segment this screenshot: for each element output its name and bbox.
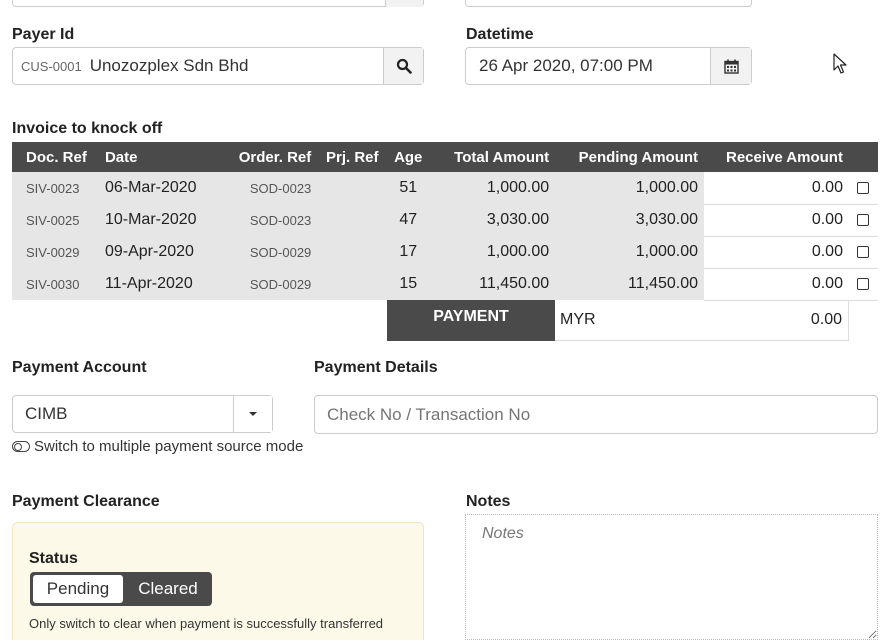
payment-label-text: PAYMENT bbox=[433, 308, 509, 325]
table-row: SIV-0030 11-Apr-2020 SOD-0029 15 11,450.… bbox=[12, 268, 878, 301]
payer-code: CUS-0001 bbox=[21, 58, 82, 74]
checkbox-icon bbox=[857, 277, 870, 290]
cell-doc-ref: SIV-0030 bbox=[12, 268, 99, 300]
previous-field-right[interactable] bbox=[465, 0, 752, 7]
status-toggle[interactable]: Pending Cleared bbox=[30, 572, 212, 606]
status-label: Status bbox=[29, 550, 78, 567]
datetime-picker-button[interactable] bbox=[710, 48, 751, 84]
payment-currency: MYR bbox=[560, 311, 596, 328]
datetime-field[interactable]: 26 Apr 2020, 07:00 PM bbox=[465, 47, 752, 85]
search-icon bbox=[396, 58, 412, 74]
payment-account-select[interactable]: CIMB bbox=[12, 395, 273, 433]
toggle-icon bbox=[12, 441, 30, 452]
notes-label: Notes bbox=[466, 493, 511, 510]
payer-search-button[interactable] bbox=[383, 48, 423, 84]
table-row: SIV-0023 06-Mar-2020 SOD-0023 51 1,000.0… bbox=[12, 172, 878, 205]
calendar-icon bbox=[723, 59, 739, 74]
cell-date: 06-Mar-2020 bbox=[98, 172, 225, 204]
cell-order-ref: SOD-0029 bbox=[224, 268, 318, 300]
col-order-ref: Order. Ref bbox=[224, 142, 318, 172]
checkbox-icon bbox=[857, 245, 870, 258]
cell-doc-ref: SIV-0023 bbox=[12, 172, 99, 204]
cell-pending: 1,000.00 bbox=[555, 172, 705, 204]
checkbox-icon bbox=[857, 181, 870, 194]
payer-id-field[interactable]: CUS-0001 Unozozplex Sdn Bhd bbox=[12, 47, 424, 85]
payer-name: Unozozplex Sdn Bhd bbox=[89, 56, 249, 75]
cell-pending: 1,000.00 bbox=[555, 236, 705, 268]
payment-summary-label: PAYMENT bbox=[387, 300, 555, 341]
cell-prj-ref bbox=[317, 268, 388, 300]
table-row: SIV-0029 09-Apr-2020 SOD-0029 17 1,000.0… bbox=[12, 236, 878, 269]
status-pending-option[interactable]: Pending bbox=[33, 575, 123, 603]
cell-prj-ref bbox=[317, 204, 388, 236]
col-doc-ref: Doc. Ref bbox=[12, 142, 99, 172]
clearance-hint: Only switch to clear when payment is suc… bbox=[29, 616, 384, 631]
payer-id-label: Payer Id bbox=[12, 26, 75, 43]
cell-age: 17 bbox=[387, 236, 430, 268]
payment-account-dropdown-button[interactable] bbox=[233, 396, 272, 432]
cell-age: 51 bbox=[387, 172, 430, 204]
table-row: SIV-0025 10-Mar-2020 SOD-0023 47 3,030.0… bbox=[12, 204, 878, 237]
payment-account-label: Payment Account bbox=[12, 359, 147, 376]
payment-summary-total: MYR 0.00 bbox=[555, 300, 849, 341]
receive-amount-input[interactable]: 0.00 bbox=[704, 172, 849, 205]
previous-field-left[interactable] bbox=[12, 0, 424, 7]
cell-prj-ref bbox=[317, 172, 388, 204]
checkbox-icon bbox=[857, 213, 870, 226]
cell-date: 10-Mar-2020 bbox=[98, 204, 225, 236]
col-total-amount: Total Amount bbox=[429, 142, 556, 172]
col-prj-ref: Prj. Ref bbox=[317, 142, 388, 172]
col-age: Age bbox=[387, 142, 430, 172]
caret-down-icon bbox=[249, 412, 257, 416]
payment-details-label: Payment Details bbox=[314, 359, 438, 376]
payment-clearance-panel: Status Pending Cleared Only switch to cl… bbox=[12, 522, 424, 640]
cell-age: 15 bbox=[387, 268, 430, 300]
cell-doc-ref: SIV-0029 bbox=[12, 236, 99, 268]
cell-prj-ref bbox=[317, 236, 388, 268]
invoice-table: Doc. Ref Date Order. Ref Prj. Ref Age To… bbox=[12, 142, 878, 301]
notes-textarea[interactable] bbox=[465, 514, 878, 640]
cell-total: 1,000.00 bbox=[429, 172, 556, 204]
cell-order-ref: SOD-0029 bbox=[224, 236, 318, 268]
cell-date: 11-Apr-2020 bbox=[98, 268, 225, 300]
cell-total: 3,030.00 bbox=[429, 204, 556, 236]
col-select bbox=[848, 142, 878, 172]
receive-amount-input[interactable]: 0.00 bbox=[704, 236, 849, 269]
receive-amount-input[interactable]: 0.00 bbox=[704, 268, 849, 301]
col-date: Date bbox=[98, 142, 225, 172]
datetime-label: Datetime bbox=[466, 26, 534, 43]
invoice-table-header: Doc. Ref Date Order. Ref Prj. Ref Age To… bbox=[12, 142, 878, 172]
row-select-checkbox[interactable] bbox=[848, 204, 878, 237]
cell-pending: 3,030.00 bbox=[555, 204, 705, 236]
payment-details-input[interactable] bbox=[314, 395, 878, 434]
row-select-checkbox[interactable] bbox=[848, 268, 878, 301]
col-pending-amount: Pending Amount bbox=[555, 142, 705, 172]
cell-doc-ref: SIV-0025 bbox=[12, 204, 99, 236]
cell-date: 09-Apr-2020 bbox=[98, 236, 225, 268]
cell-order-ref: SOD-0023 bbox=[224, 172, 318, 204]
payment-clearance-label: Payment Clearance bbox=[12, 493, 160, 510]
multiple-source-switch-text: Switch to multiple payment source mode bbox=[34, 438, 304, 455]
previous-field-addon[interactable] bbox=[385, 0, 423, 7]
row-select-checkbox[interactable] bbox=[848, 172, 878, 205]
cell-order-ref: SOD-0023 bbox=[224, 204, 318, 236]
multiple-source-switch[interactable]: Switch to multiple payment source mode bbox=[12, 438, 303, 455]
cell-total: 11,450.00 bbox=[429, 268, 556, 300]
cell-pending: 11,450.00 bbox=[555, 268, 705, 300]
invoice-section-title: Invoice to knock off bbox=[12, 120, 163, 137]
receive-amount-input[interactable]: 0.00 bbox=[704, 204, 849, 237]
datetime-value: 26 Apr 2020, 07:00 PM bbox=[479, 56, 653, 75]
cell-total: 1,000.00 bbox=[429, 236, 556, 268]
status-cleared-option[interactable]: Cleared bbox=[127, 575, 209, 603]
cell-age: 47 bbox=[387, 204, 430, 236]
col-receive-amount: Receive Amount bbox=[704, 142, 849, 172]
payment-total-value: 0.00 bbox=[810, 311, 842, 328]
mouse-cursor-icon bbox=[833, 53, 847, 74]
row-select-checkbox[interactable] bbox=[848, 236, 878, 269]
payment-account-value: CIMB bbox=[25, 404, 68, 423]
